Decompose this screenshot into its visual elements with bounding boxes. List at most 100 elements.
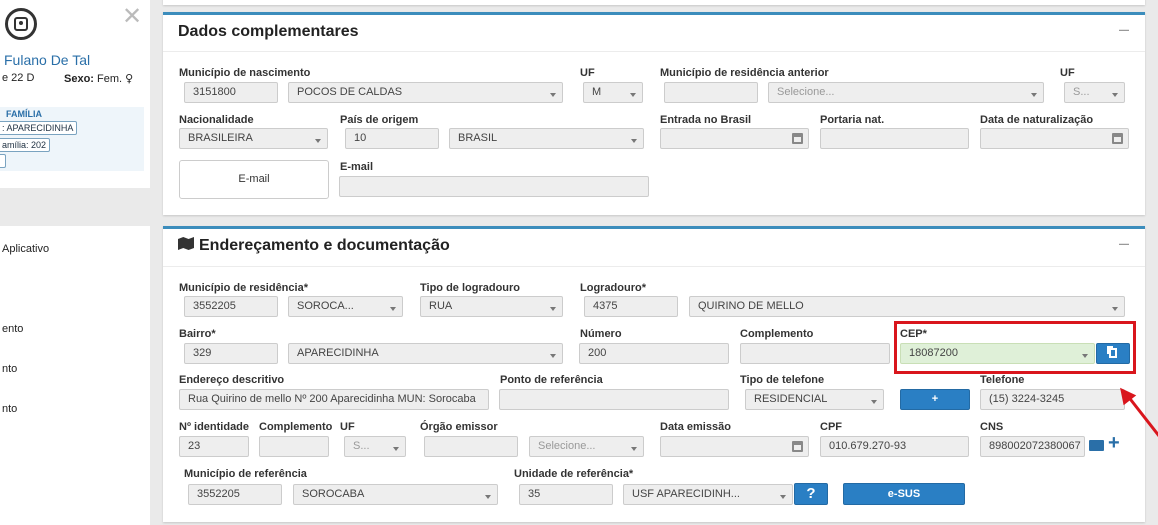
uf2-select[interactable]: S... <box>1064 82 1125 103</box>
data-nat-label: Data de naturalização <box>980 114 1094 126</box>
panel-title: Endereçamento e documentação <box>178 237 450 255</box>
female-icon: ♀ <box>125 72 134 85</box>
previous-panel <box>163 0 1145 5</box>
menu-item-aplicativo[interactable]: Aplicativo <box>2 243 49 255</box>
comp-label: Complemento <box>259 421 333 433</box>
uf-doc-select[interactable]: S... <box>344 436 406 457</box>
mun-ref-code-field[interactable]: 3552205 <box>188 484 282 505</box>
unid-ref-select[interactable]: USF APARECIDINH... <box>623 484 793 505</box>
tipo-tel-label: Tipo de telefone <box>740 374 825 386</box>
mun-ref-label: Município de referência <box>184 468 307 480</box>
panel-title: Dados complementares <box>178 23 359 40</box>
panel-dados-complementares: Dados complementares – Município de nasc… <box>163 12 1145 215</box>
pais-label: País de origem <box>340 114 419 126</box>
cep-highlight-box <box>894 321 1136 374</box>
patient-age: e 22 D <box>2 72 35 84</box>
minimize-icon[interactable]: – <box>1119 233 1129 254</box>
orgao-select[interactable]: Selecione... <box>529 436 644 457</box>
cpf-field[interactable]: 010.679.270-93 <box>820 436 969 457</box>
panel-enderecamento: Endereçamento e documentação – Município… <box>163 226 1145 522</box>
family-chip-bairro[interactable]: : APARECIDINHA <box>0 121 78 135</box>
user-avatar-icon <box>5 8 37 40</box>
orgao-label: Órgão emissor <box>420 421 498 433</box>
mun-res-ant-select[interactable]: Selecione... <box>768 82 1044 103</box>
mun-res-ant-label: Município de residência anterior <box>660 67 829 79</box>
unid-ref-code-field[interactable]: 35 <box>519 484 613 505</box>
cpf-label: CPF <box>820 421 842 433</box>
uf2-label: UF <box>1060 67 1075 79</box>
end-desc-field[interactable]: Rua Quirino de mello Nº 200 Aparecidinha… <box>179 389 489 410</box>
bairro-label: Bairro* <box>179 328 216 340</box>
uf-select[interactable]: M <box>583 82 643 103</box>
mun-res-select[interactable]: SOROCA... <box>288 296 403 317</box>
nid-label: Nº identidade <box>179 421 250 433</box>
minimize-icon[interactable]: – <box>1119 19 1129 40</box>
divider <box>163 266 1145 267</box>
mun-nasc-select[interactable]: POCOS DE CALDAS <box>288 82 563 103</box>
logradouro-select[interactable]: QUIRINO DE MELLO <box>689 296 1125 317</box>
family-chip-number[interactable]: amília: 202 <box>0 138 51 152</box>
calendar-icon[interactable] <box>792 441 803 452</box>
telefone-field[interactable]: (15) 3224-3245 <box>980 389 1125 410</box>
complemento-label: Complemento <box>740 328 814 340</box>
calendar-icon[interactable] <box>1112 133 1123 144</box>
numero-label: Número <box>580 328 622 340</box>
cns-label: CNS <box>980 421 1004 433</box>
family-chip-extra[interactable] <box>0 154 6 168</box>
tipo-log-label: Tipo de logradouro <box>420 282 521 294</box>
esus-button[interactable]: e-SUS <box>843 483 965 505</box>
email-field[interactable] <box>339 176 649 197</box>
folder-open-icon[interactable] <box>1089 440 1104 451</box>
data-emissao-field[interactable] <box>660 436 809 457</box>
add-cns-icon[interactable]: + <box>1108 432 1120 455</box>
orgao-code-field[interactable] <box>424 436 518 457</box>
family-title: FAMÍLIA <box>6 109 42 119</box>
mun-res-label: Município de residência* <box>179 282 308 294</box>
data-nat-field[interactable] <box>980 128 1129 149</box>
data-emissao-label: Data emissão <box>660 421 731 433</box>
nid-field[interactable]: 23 <box>179 436 249 457</box>
mun-ref-select[interactable]: SOROCABA <box>293 484 498 505</box>
pais-select[interactable]: BRASIL <box>449 128 644 149</box>
mun-res-code-field[interactable]: 3552205 <box>184 296 278 317</box>
telefone-label: Telefone <box>980 374 1025 386</box>
bairro-select[interactable]: APARECIDINHA <box>288 343 563 364</box>
comp-field[interactable] <box>259 436 329 457</box>
menu-item-2[interactable]: ento <box>2 323 23 335</box>
patient-sex: Sexo: Fem. ♀ <box>64 72 133 85</box>
patient-sidebar: ✕ Fulano De Tal e 22 D Sexo: Fem. ♀ FAMÍ… <box>0 0 150 525</box>
pais-code-field[interactable]: 10 <box>345 128 439 149</box>
mun-nasc-code-field[interactable]: 3151800 <box>184 82 278 103</box>
uf-label: UF <box>580 67 595 79</box>
tipo-tel-select[interactable]: RESIDENCIAL <box>745 389 884 410</box>
close-icon[interactable]: ✕ <box>122 2 142 30</box>
mun-res-ant-code-field[interactable] <box>664 82 758 103</box>
add-phone-button[interactable]: + <box>900 389 970 410</box>
patient-name: Fulano De Tal <box>4 52 91 68</box>
entrada-date-field[interactable] <box>660 128 809 149</box>
complemento-field[interactable] <box>740 343 890 364</box>
uf-doc-label: UF <box>340 421 355 433</box>
menu-item-4[interactable]: nto <box>2 403 17 415</box>
bairro-code-field[interactable]: 329 <box>184 343 278 364</box>
family-box: FAMÍLIA : APARECIDINHA amília: 202 <box>0 107 144 171</box>
nacionalidade-select[interactable]: BRASILEIRA <box>179 128 328 149</box>
ponto-ref-label: Ponto de referência <box>500 374 603 386</box>
divider <box>163 51 1145 52</box>
email-button[interactable]: E-mail <box>179 160 329 199</box>
calendar-icon[interactable] <box>792 133 803 144</box>
ponto-ref-field[interactable] <box>499 389 729 410</box>
sex-label: Sexo: <box>64 73 94 85</box>
help-button[interactable]: ? <box>794 483 828 505</box>
menu-item-3[interactable]: nto <box>2 363 17 375</box>
email-label: E-mail <box>340 161 374 173</box>
numero-field[interactable]: 200 <box>579 343 729 364</box>
logradouro-code-field[interactable]: 4375 <box>584 296 678 317</box>
entrada-label: Entrada no Brasil <box>660 114 752 126</box>
nac-label: Nacionalidade <box>179 114 254 126</box>
tipo-log-select[interactable]: RUA <box>420 296 563 317</box>
map-icon <box>178 237 194 250</box>
portaria-label: Portaria nat. <box>820 114 885 126</box>
portaria-field[interactable] <box>820 128 969 149</box>
cns-field[interactable]: 898002072380067 <box>980 436 1085 457</box>
